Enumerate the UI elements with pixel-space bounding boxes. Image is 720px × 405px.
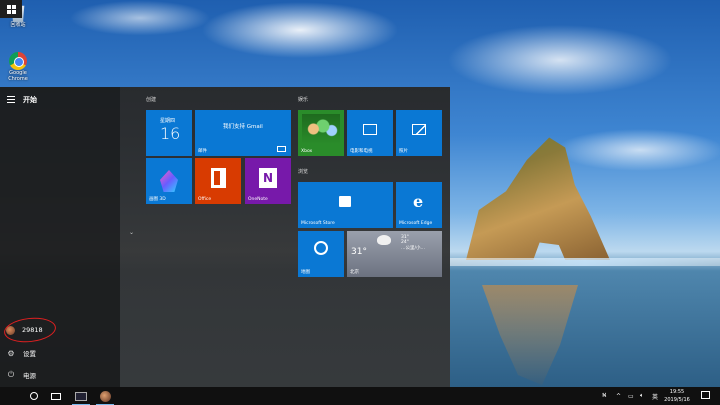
windows-logo-icon [6,4,16,14]
tile-label: Xbox [301,149,313,154]
calendar-weekday: 星期四 [160,118,176,124]
tile-microsoft-store[interactable]: Microsoft Store [298,182,393,228]
tile-label: Microsoft Edge [399,221,433,226]
chevron-up-icon[interactable]: ^ [616,387,621,405]
tile-label: OneNote [248,197,268,202]
map-pin-icon [314,241,328,255]
taskbar-clock[interactable]: 19:55 2019/5/16 [660,388,694,404]
chrome-icon [9,52,27,70]
start-button[interactable] [0,0,22,18]
mail-tile-text: 我们支持 Gmail [223,124,263,130]
start-menu-title: 开始 [23,96,37,104]
tile-calendar[interactable]: 星期四 16 [146,110,192,156]
tile-mail[interactable]: 我们支持 Gmail 邮件 [195,110,291,156]
clock-time: 19:55 [669,389,685,395]
shopping-bag-icon [339,196,351,207]
tile-microsoft-edge[interactable]: e Microsoft Edge [396,182,442,228]
onenote-icon: N [259,168,277,188]
volume-icon[interactable]: 🔈︎ [640,387,644,405]
tile-weather[interactable]: 31° 31° 24° …公里/小… 北京 [347,231,442,277]
clock-date: 2019/5/16 [664,397,690,403]
power-label: 电源 [23,372,36,380]
tile-label: 邮件 [198,149,207,154]
taskbar-app-user[interactable] [94,387,116,405]
settings-button[interactable]: ⚙ 设置 [0,343,120,363]
envelope-icon [277,146,286,152]
paint-3d-icon [160,170,178,192]
xbox-art [302,114,340,144]
calendar-day: 16 [160,124,181,143]
desktop-icon-chrome[interactable]: Google Chrome [4,52,32,82]
chevron-down-icon[interactable]: ⌄ [129,229,134,236]
tile-onenote[interactable]: N OneNote [245,158,291,204]
group-label-create[interactable]: 创建 [146,96,156,103]
settings-label: 设置 [23,350,36,358]
film-icon [363,124,377,135]
tile-paint-3d[interactable]: 画图 3D [146,158,192,204]
tile-label: 北京 [350,270,359,275]
cortana-icon [30,392,38,400]
ime-language-indicator[interactable]: 英 [652,387,658,405]
group-label-browse[interactable]: 浏览 [298,168,308,175]
app-avatar-icon [99,390,111,402]
taskbar-app-window[interactable] [70,387,92,405]
tile-label: 电影和电视 [350,149,373,154]
tile-maps[interactable]: 地图 [298,231,344,277]
gear-icon: ⚙ [7,348,15,358]
wallpaper-sea [450,258,720,266]
power-button[interactable]: ⏻ 电源 [0,365,120,385]
hamburger-menu-icon[interactable] [7,96,15,103]
tile-movies-tv[interactable]: 电影和电视 [347,110,393,156]
group-label-entertainment[interactable]: 娱乐 [298,96,308,103]
office-icon [211,168,226,188]
weather-description: …公里/小… [401,246,426,251]
tile-label: 照片 [399,149,408,154]
task-view-button[interactable] [46,387,66,405]
tile-label: Microsoft Store [301,221,335,226]
people-icon[interactable]: ⛕ [602,387,606,405]
network-icon[interactable]: ▭ [628,387,634,405]
tile-photos[interactable]: 照片 [396,110,442,156]
cortana-button[interactable] [24,387,44,405]
task-view-icon [51,392,61,400]
start-menu-left-rail [0,87,120,387]
tile-label: 画图 3D [149,197,166,202]
photo-icon [412,124,426,135]
desktop-icon-label: 回收站 [10,22,26,28]
tile-xbox[interactable]: Xbox [298,110,344,156]
notification-center-icon[interactable] [701,391,710,399]
cloud-icon [377,235,391,245]
edge-icon: e [413,192,424,211]
tile-label: Office [198,197,212,202]
desktop-icon-label: Google Chrome [8,70,28,82]
weather-temperature: 31° [351,247,367,257]
power-icon: ⏻ [7,370,15,379]
tile-label: 地图 [301,270,310,275]
app-window-icon [75,391,87,401]
tile-office[interactable]: Office [195,158,241,204]
